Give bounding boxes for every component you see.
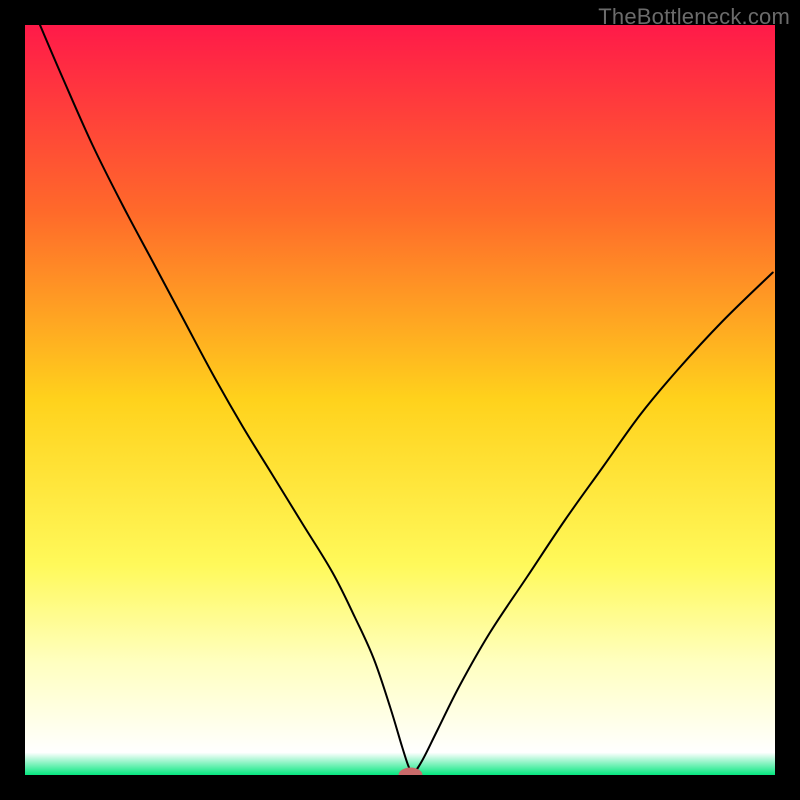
chart-svg [25, 25, 775, 775]
chart-frame: TheBottleneck.com [0, 0, 800, 800]
plot-area [25, 25, 775, 775]
gradient-background [25, 25, 775, 775]
watermark-text: TheBottleneck.com [598, 4, 790, 30]
